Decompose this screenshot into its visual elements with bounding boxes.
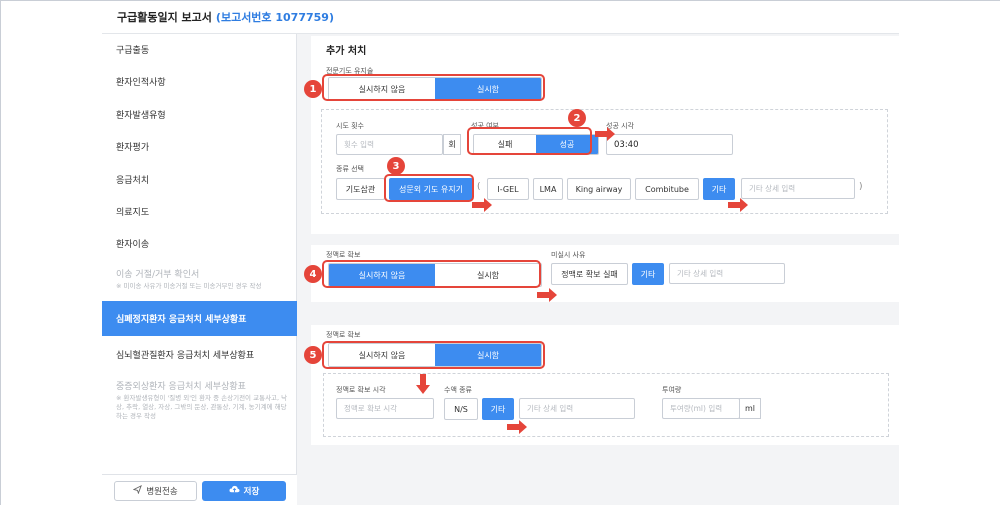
callout-badge-3: 3: [387, 157, 405, 175]
type-king-airway[interactable]: King airway: [567, 178, 631, 200]
iv-access-label: 정맥로 확보: [326, 251, 361, 259]
report-number: (보고서번호 1077759): [215, 11, 334, 24]
left-margin: [1, 1, 102, 505]
sidebar-item-dispatch[interactable]: 구급출동: [102, 34, 297, 64]
sidebar-item-label: 환자발생유형: [116, 110, 166, 121]
fluid-etc[interactable]: 기타: [482, 398, 514, 420]
sidebar-item-assessment[interactable]: 환자평가: [102, 131, 297, 161]
sidebar-item-cardio-cerebro[interactable]: 심뇌혈관질환자 응급처치 세부상황표: [102, 338, 297, 370]
reason-etc-detail-input[interactable]: 기타 상세 입력: [669, 263, 785, 284]
type-lma[interactable]: LMA: [533, 178, 563, 200]
page-title: 구급활동일지 보고서: [117, 11, 212, 24]
attempts-unit: 회: [443, 134, 461, 155]
callout-badge-5: 5: [304, 346, 322, 364]
sidebar-item-label: 의료지도: [116, 207, 150, 218]
sidebar-item-label: 응급처치: [116, 175, 150, 186]
callout-badge-4: 4: [304, 265, 322, 283]
reason-etc[interactable]: 기타: [632, 263, 664, 285]
sidebar-item-label: 심폐정지환자 응급처치 세부상황표: [116, 315, 247, 325]
arrow-right-icon: [728, 198, 748, 212]
callout-box-3: [384, 174, 474, 202]
sidebar-item-incident-type[interactable]: 환자발생유형: [102, 99, 297, 129]
sidebar-item-label: 환자이송: [116, 239, 150, 250]
section-heading: 추가 처치: [326, 46, 367, 57]
sidebar-item-refusal[interactable]: 이송 거절/거부 확인서: [102, 266, 297, 280]
arrow-down-icon: [416, 374, 430, 394]
right-margin: [899, 1, 1000, 505]
iv-time-label: 정맥로 확보 시각: [336, 386, 386, 394]
arrow-right-icon: [472, 198, 492, 212]
sidebar-item-medical-direction[interactable]: 의료지도: [102, 196, 297, 226]
callout-badge-1: 1: [304, 80, 322, 98]
send-icon: [132, 484, 143, 497]
hospital-transfer-label: 병원전송: [146, 487, 178, 497]
reason-iv-failed[interactable]: 정맥로 확보 실패: [551, 263, 628, 285]
arrow-right-icon: [595, 127, 615, 141]
dose-label: 투여량: [662, 386, 682, 394]
sidebar-item-label: 환자평가: [116, 142, 150, 153]
save-label: 저장: [243, 487, 260, 497]
sidebar: 구급출동 환자인적사항 환자발생유형 환자평가 응급처치 의료지도 환자이송 이…: [102, 34, 297, 505]
attempts-input[interactable]: 횟수 입력: [336, 134, 443, 155]
dose-unit: ml: [739, 398, 761, 419]
sidebar-item-label: 환자인적사항: [116, 77, 166, 88]
sidebar-item-label: 심뇌혈관질환자 응급처치 세부상황표: [116, 350, 255, 361]
cloud-upload-icon: [229, 485, 240, 497]
iv-access-label: 정맥로 확보: [326, 331, 361, 339]
app-window: 구급활동일지 보고서 (보고서번호 1077759) 구급출동 환자인적사항 환…: [0, 0, 1000, 505]
fluid-etc-detail-input[interactable]: 기타 상세 입력: [519, 398, 635, 419]
sidebar-item-label: 구급출동: [116, 45, 150, 56]
type-etc-detail-input[interactable]: 기타 상세 입력: [741, 178, 855, 199]
type-combitube[interactable]: Combitube: [635, 178, 699, 200]
non-performance-reason-label: 미실시 사유: [551, 251, 586, 259]
dose-input[interactable]: 투여량(ml) 입력: [662, 398, 740, 419]
hospital-transfer-button[interactable]: 병원전송: [114, 481, 197, 501]
sidebar-item-trauma[interactable]: 중증외상환자 응급처치 세부상황표: [102, 378, 297, 392]
callout-box-1: [322, 74, 545, 101]
type-select-label: 종류 선택: [336, 165, 364, 173]
sidebar-item-label: 중증외상환자 응급처치 세부상황표: [116, 381, 246, 392]
fluid-ns[interactable]: N/S: [444, 398, 478, 420]
type-etc[interactable]: 기타: [703, 178, 735, 200]
iv-time-input[interactable]: 정맥로 확보 시각: [336, 398, 434, 419]
success-time-input[interactable]: 03:40: [606, 134, 733, 155]
callout-box-5: [322, 341, 545, 369]
save-button[interactable]: 저장: [202, 481, 286, 501]
paren-close: ): [859, 182, 863, 192]
sidebar-item-transport[interactable]: 환자이송: [102, 228, 297, 258]
arrow-right-icon: [507, 420, 527, 434]
sidebar-note-trauma: ※ 환자발생유형이 '질병 외'인 환자 중 손상기전이 교통사고, 낙상, 추…: [116, 394, 288, 420]
type-intubation[interactable]: 기도삽관: [336, 178, 385, 200]
paren-open: (: [477, 182, 481, 192]
arrow-right-icon: [537, 288, 557, 302]
sidebar-footer: 병원전송 저장: [102, 474, 297, 505]
header: 구급활동일지 보고서 (보고서번호 1077759): [102, 1, 899, 34]
sidebar-item-patient-info[interactable]: 환자인적사항: [102, 66, 297, 96]
sidebar-item-label: 이송 거절/거부 확인서: [116, 269, 200, 280]
attempts-label: 시도 횟수: [336, 122, 364, 130]
sidebar-item-cardiac-arrest[interactable]: 심폐정지환자 응급처치 세부상황표: [102, 301, 297, 336]
sidebar-note-refusal: ※ 미이송 사유가 미송거절 또는 미송거부인 경우 작성: [116, 282, 262, 290]
type-igel[interactable]: I-GEL: [487, 178, 529, 200]
callout-box-2: [467, 127, 592, 155]
callout-box-4: [322, 260, 541, 288]
sidebar-item-first-aid[interactable]: 응급처치: [102, 164, 297, 194]
callout-badge-2: 2: [568, 109, 586, 127]
fluid-type-label: 수액 종류: [444, 386, 472, 394]
